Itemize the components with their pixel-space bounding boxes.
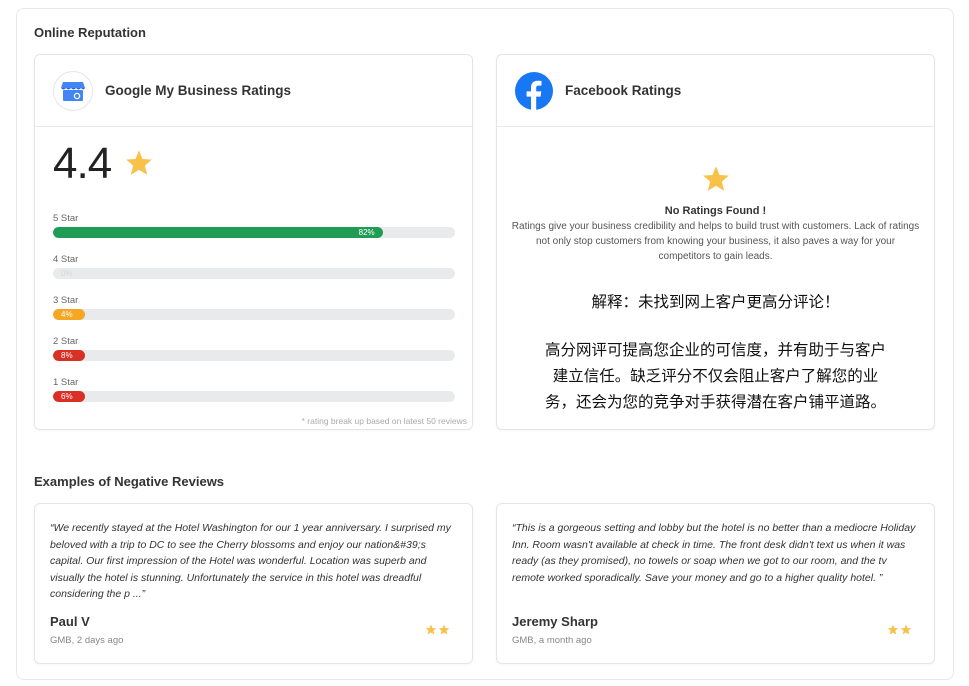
no-ratings-title: No Ratings Found !: [664, 205, 767, 217]
facebook-ratings-card: Facebook Ratings No Ratings Found ! Rati…: [496, 54, 935, 430]
rating-bar-track: 4%: [53, 309, 455, 320]
rating-row: 4 Star 0%: [53, 254, 455, 279]
rating-bar-percent: 82%: [358, 228, 375, 237]
rating-row-label: 3 Star: [53, 295, 79, 306]
rating-bar-track: 8%: [53, 350, 455, 361]
no-ratings-block: No Ratings Found ! Ratings give your bus…: [497, 165, 934, 264]
star-icon: [497, 165, 934, 197]
rating-row-label: 5 Star: [53, 213, 79, 224]
chinese-explanation-title: 解释：未找到网上客户更高分评论！: [591, 293, 840, 311]
average-rating: 4.4: [53, 139, 153, 189]
chinese-explanation-line: 务，还会为您的竞争对手获得潜在客户铺平道路。: [544, 393, 886, 411]
rating-bar-fill: [53, 227, 383, 238]
google-my-business-icon: [53, 70, 93, 111]
review-stars: [425, 624, 450, 635]
review-meta: GMB, 2 days ago: [50, 635, 124, 646]
average-rating-value: 4.4: [53, 139, 112, 188]
gmb-card-header: Google My Business Ratings: [35, 55, 472, 127]
rating-row: 5 Star 82%: [53, 213, 455, 238]
review-meta: GMB, a month ago: [512, 635, 592, 646]
chinese-explanation-line: 高分网评可提高您企业的可信度，并有助于与客户: [544, 341, 886, 359]
review-text: “This is a gorgeous setting and lobby bu…: [512, 522, 916, 584]
review-stars: [887, 624, 912, 635]
rating-bar-track: 82%: [53, 227, 455, 238]
star-icon: [887, 624, 899, 635]
rating-row-label: 2 Star: [53, 336, 79, 347]
rating-bar-percent: 4%: [61, 310, 73, 319]
section-title-reputation: Online Reputation: [34, 25, 146, 40]
review-author: Paul V: [50, 614, 90, 629]
rating-row: 1 Star 6%: [53, 377, 455, 402]
facebook-card-header: Facebook Ratings: [497, 55, 934, 127]
star-icon: [900, 624, 912, 635]
review-author: Jeremy Sharp: [512, 614, 598, 629]
rating-bar-percent: 8%: [61, 351, 73, 360]
facebook-card-title: Facebook Ratings: [565, 83, 682, 98]
star-icon: [438, 624, 450, 635]
rating-bar-track: 6%: [53, 391, 455, 402]
no-ratings-description: Ratings give your business credibility a…: [511, 221, 920, 262]
review-card: “This is a gorgeous setting and lobby bu…: [496, 503, 935, 664]
rating-row: 2 Star 8%: [53, 336, 455, 361]
rating-row: 3 Star 4%: [53, 295, 455, 320]
rating-bar-percent: 0%: [61, 269, 73, 278]
star-icon: [125, 149, 153, 181]
star-icon: [425, 624, 437, 635]
review-card: “We recently stayed at the Hotel Washing…: [34, 503, 473, 664]
rating-row-label: 1 Star: [53, 377, 79, 388]
rating-row-label: 4 Star: [53, 254, 79, 265]
rating-breakup-note: * rating break up based on latest 50 rev…: [301, 416, 467, 426]
review-text: “We recently stayed at the Hotel Washing…: [50, 522, 451, 600]
chinese-explanation-line: 建立信任。缺乏评分不仅会阻止客户了解您的业: [552, 367, 879, 385]
facebook-icon: [515, 71, 553, 110]
section-title-negative-reviews: Examples of Negative Reviews: [34, 474, 225, 489]
rating-bar-track: 0%: [53, 268, 455, 279]
gmb-card-title: Google My Business Ratings: [105, 83, 292, 98]
rating-bar-percent: 6%: [61, 392, 73, 401]
gmb-ratings-card: Google My Business Ratings 4.4 5 Star 82%…: [34, 54, 473, 430]
